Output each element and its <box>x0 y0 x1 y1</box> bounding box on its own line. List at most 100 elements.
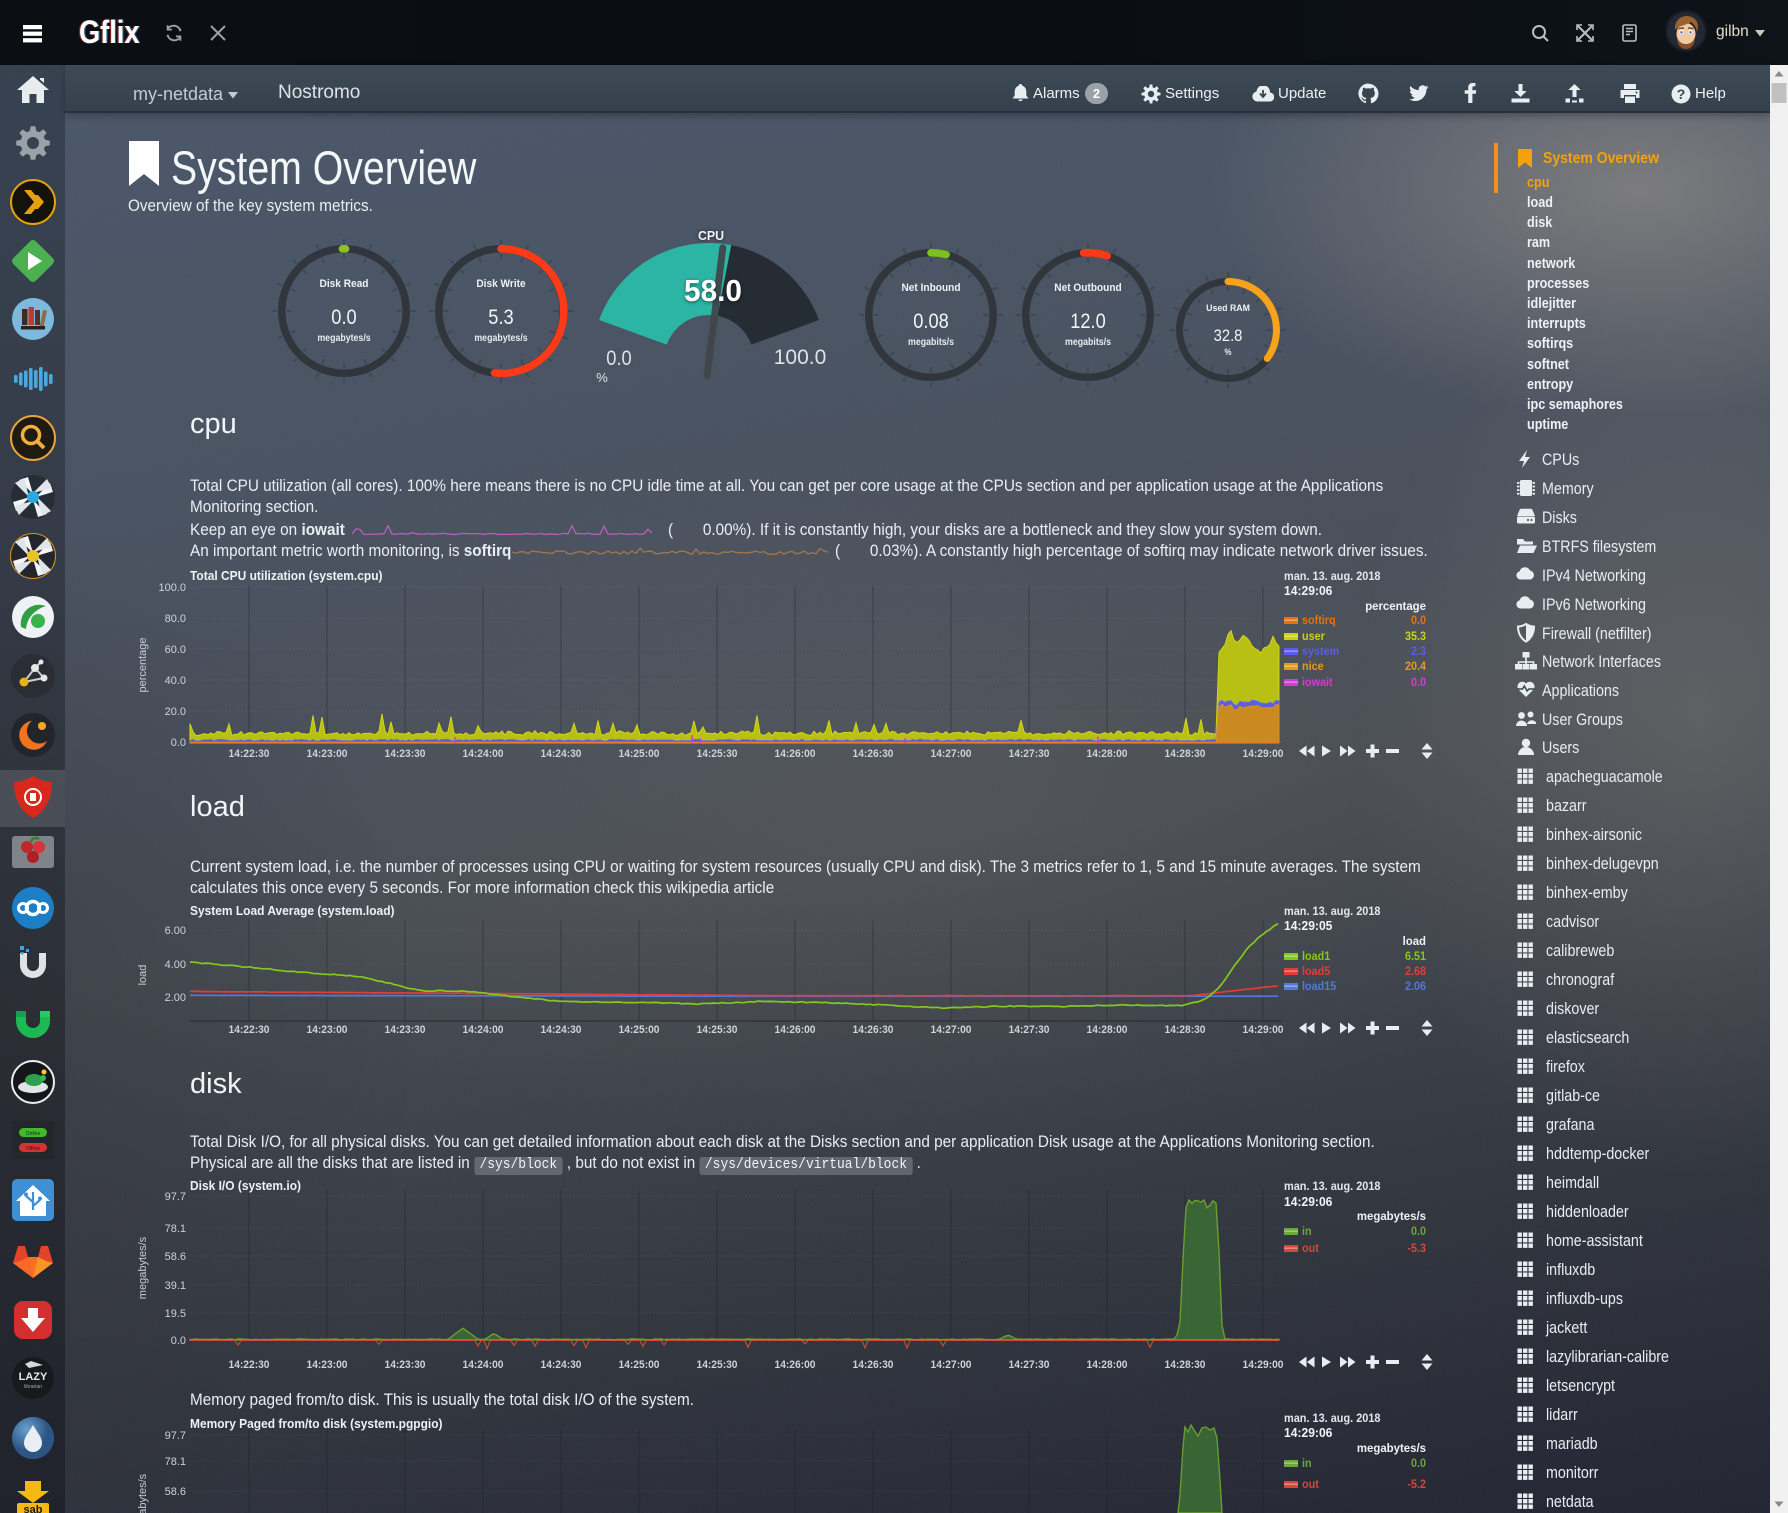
svg-text:14:28:00: 14:28:00 <box>1087 748 1128 760</box>
svg-text:Applications: Applications <box>1542 681 1619 700</box>
svg-text:0.0: 0.0 <box>1411 675 1426 689</box>
svg-text:netdata: netdata <box>1546 1492 1594 1511</box>
svg-text:load: load <box>1403 934 1426 948</box>
svg-text:12.0: 12.0 <box>1070 310 1106 333</box>
svg-text:Memory: Memory <box>1542 479 1594 498</box>
svg-text:megabytes/s: megabytes/s <box>317 333 371 344</box>
svg-text:user: user <box>1302 629 1325 643</box>
svg-text:calibreweb: calibreweb <box>1546 941 1614 960</box>
svg-text:librarian: librarian <box>24 1384 42 1390</box>
svg-text:14:29:06: 14:29:06 <box>1284 1425 1332 1440</box>
svg-text:80.0: 80.0 <box>165 613 186 625</box>
svg-text:megabytes/s: megabytes/s <box>137 1236 149 1299</box>
svg-text:14:25:00: 14:25:00 <box>619 1024 660 1036</box>
svg-text:20.0: 20.0 <box>165 706 186 718</box>
svg-text:14:24:00: 14:24:00 <box>463 1359 504 1371</box>
svg-text:14:23:30: 14:23:30 <box>385 748 426 760</box>
svg-text:man. 13. aug. 2018: man. 13. aug. 2018 <box>1284 1413 1381 1425</box>
svg-text:network: network <box>1527 255 1576 272</box>
svg-text:14:24:30: 14:24:30 <box>541 748 582 760</box>
svg-text:Users: Users <box>1542 738 1579 757</box>
svg-text:load: load <box>137 965 149 986</box>
svg-text:14:28:30: 14:28:30 <box>1165 1024 1206 1036</box>
svg-text:14:29:06: 14:29:06 <box>1284 1194 1332 1209</box>
svg-text:5.3: 5.3 <box>488 306 513 329</box>
svg-text:14:28:00: 14:28:00 <box>1087 1024 1128 1036</box>
svg-text:hiddenloader: hiddenloader <box>1546 1202 1629 1221</box>
svg-text:14:23:00: 14:23:00 <box>307 748 348 760</box>
svg-text:Total CPU utilization (system.: Total CPU utilization (system.cpu) <box>190 568 383 583</box>
svg-text:14:29:06: 14:29:06 <box>1284 583 1332 598</box>
svg-text:percentage: percentage <box>1365 599 1426 613</box>
svg-text:14:26:00: 14:26:00 <box>775 1359 816 1371</box>
svg-text:nice: nice <box>1302 659 1324 673</box>
svg-text:interrupts: interrupts <box>1527 315 1586 332</box>
svg-text:heimdall: heimdall <box>1546 1173 1599 1192</box>
svg-text:IPv4 Networking: IPv4 Networking <box>1542 566 1646 585</box>
svg-text:system: system <box>1302 644 1339 658</box>
svg-text:14:22:30: 14:22:30 <box>229 1024 270 1036</box>
svg-text:60.0: 60.0 <box>165 644 186 656</box>
svg-text:megabits/s: megabits/s <box>908 337 954 348</box>
svg-text:load1: load1 <box>1302 949 1330 963</box>
svg-text:14:29:00: 14:29:00 <box>1243 1024 1284 1036</box>
svg-text:megabits/s: megabits/s <box>1065 337 1111 348</box>
svg-text:14:28:30: 14:28:30 <box>1165 1359 1206 1371</box>
svg-text:Used RAM: Used RAM <box>1206 303 1250 314</box>
svg-text:influxdb: influxdb <box>1546 1260 1595 1279</box>
svg-text:Memory Paged from/to disk (sys: Memory Paged from/to disk (system.pgpgio… <box>190 1416 443 1431</box>
svg-text:megabytes/s: megabytes/s <box>137 1473 149 1513</box>
svg-text:ram: ram <box>1527 234 1550 251</box>
svg-text:14:26:30: 14:26:30 <box>853 748 894 760</box>
svg-text:softnet: softnet <box>1527 356 1569 373</box>
svg-text:14:22:30: 14:22:30 <box>229 1359 270 1371</box>
svg-text:binhex-delugevpn: binhex-delugevpn <box>1546 854 1659 873</box>
svg-text:58.0: 58.0 <box>684 273 742 308</box>
svg-text:megabytes/s: megabytes/s <box>1357 1209 1426 1223</box>
svg-text:influxdb-ups: influxdb-ups <box>1546 1289 1623 1308</box>
svg-text:gitlab-ce: gitlab-ce <box>1546 1086 1600 1105</box>
svg-text:diskover: diskover <box>1546 999 1599 1018</box>
svg-text:Network Interfaces: Network Interfaces <box>1542 652 1661 671</box>
svg-text:idlejitter: idlejitter <box>1527 295 1576 312</box>
svg-text:home-assistant: home-assistant <box>1546 1231 1643 1250</box>
svg-text:?: ? <box>1677 86 1686 102</box>
svg-text:monitorr: monitorr <box>1546 1463 1599 1482</box>
svg-text:14:23:30: 14:23:30 <box>385 1024 426 1036</box>
svg-text:14:26:00: 14:26:00 <box>775 748 816 760</box>
svg-text:14:28:30: 14:28:30 <box>1165 748 1206 760</box>
svg-text:Firewall (netfilter): Firewall (netfilter) <box>1542 624 1652 643</box>
svg-text:14:27:00: 14:27:00 <box>931 1359 972 1371</box>
svg-text:39.1: 39.1 <box>165 1280 186 1292</box>
svg-text:Net Inbound: Net Inbound <box>902 282 961 294</box>
svg-text:58.6: 58.6 <box>165 1251 186 1263</box>
svg-text:14:23:00: 14:23:00 <box>307 1359 348 1371</box>
svg-text:iowait: iowait <box>1302 675 1333 689</box>
svg-text:Disk Read: Disk Read <box>320 278 369 290</box>
svg-text:19.5: 19.5 <box>165 1308 186 1320</box>
svg-text:disk: disk <box>1527 214 1553 231</box>
svg-text:IPv6 Networking: IPv6 Networking <box>1542 595 1646 614</box>
svg-text:0.0: 0.0 <box>1411 1456 1426 1470</box>
svg-text:14:27:30: 14:27:30 <box>1009 1359 1050 1371</box>
svg-text:2.06: 2.06 <box>1405 979 1426 993</box>
svg-text:load15: load15 <box>1302 979 1336 993</box>
svg-text:in: in <box>1302 1224 1312 1238</box>
svg-text:Offline: Offline <box>26 1146 41 1152</box>
svg-text:32.8: 32.8 <box>1214 326 1243 345</box>
svg-text:100.0: 100.0 <box>774 346 827 369</box>
svg-text:14:25:00: 14:25:00 <box>619 1359 660 1371</box>
svg-text:load: load <box>1527 194 1553 211</box>
svg-text:lidarr: lidarr <box>1546 1405 1578 1424</box>
svg-text:%: % <box>596 370 608 385</box>
svg-text:0.08: 0.08 <box>913 310 949 333</box>
svg-text:14:27:30: 14:27:30 <box>1009 1024 1050 1036</box>
svg-text:softirqs: softirqs <box>1527 335 1573 352</box>
svg-text:binhex-emby: binhex-emby <box>1546 883 1628 902</box>
svg-text:14:25:30: 14:25:30 <box>697 1359 738 1371</box>
svg-text:14:23:00: 14:23:00 <box>307 1024 348 1036</box>
svg-text:man. 13. aug. 2018: man. 13. aug. 2018 <box>1284 569 1381 583</box>
svg-text:processes: processes <box>1527 275 1589 292</box>
svg-text:6.51: 6.51 <box>1405 949 1426 963</box>
svg-text:out: out <box>1302 1241 1319 1255</box>
